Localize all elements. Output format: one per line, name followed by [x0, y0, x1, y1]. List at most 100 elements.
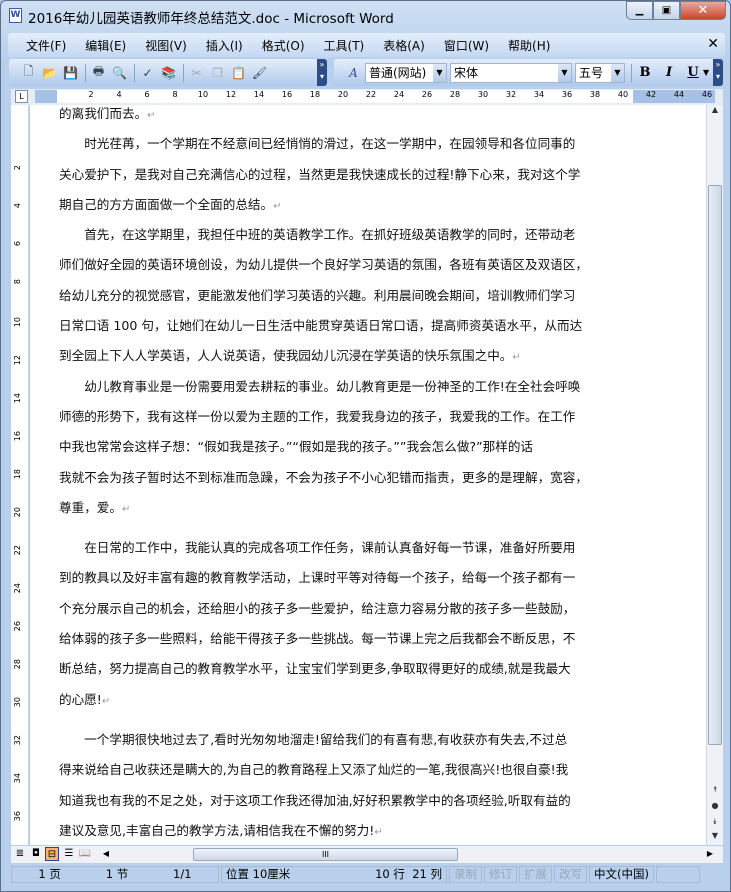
web-view-icon[interactable]: ◘: [29, 847, 43, 861]
position-info[interactable]: 位置 10厘米 10 行 21 列: [221, 865, 447, 883]
underline-button[interactable]: U: [683, 65, 703, 80]
bold-button[interactable]: B: [635, 65, 655, 80]
horizontal-scroll-thumb[interactable]: III: [193, 848, 458, 861]
vruler-tick-label: 30: [13, 697, 22, 708]
menu-bar: 文件(F) 编辑(E) 视图(V) 插入(I) 格式(O) 工具(T) 表格(A…: [8, 33, 725, 57]
text-line: 日常口语 100 句，让她们在幼儿一日生活中能贯穿英语日常口语，提高师资英语水平…: [59, 311, 639, 341]
open-folder-icon[interactable]: 📂: [40, 63, 59, 82]
line-text: 的离我们而去。: [59, 106, 148, 121]
paragraph[interactable]: 幼儿教育事业是一份需要用爱去耕耘的事业。幼儿教育更是一份神圣的工作!在全社会呼唤…: [59, 372, 639, 523]
extend-selection-indicator[interactable]: 扩展: [519, 865, 552, 883]
font-size-select[interactable]: 五号 ▼: [575, 62, 625, 83]
chevron-down-icon[interactable]: ▼: [433, 63, 446, 82]
style-select[interactable]: 普通(网站) ▼: [365, 62, 447, 83]
document-page[interactable]: 的离我们而去。↵ 时光荏苒，一个学期在不经意间已经悄悄的滑过，在这一学期中，在园…: [30, 105, 706, 845]
next-page-icon[interactable]: ⯯: [707, 817, 723, 831]
line-text: 知道我也有我的不足之处，对于这项工作我还得加油,好好积累教学中的各项经验,听取有…: [59, 792, 571, 808]
ruler-tick-label: 16: [281, 90, 293, 99]
paragraph[interactable]: 时光荏苒，一个学期在不经意间已经悄悄的滑过，在这一学期中，在园领导和各位同事的关…: [59, 129, 639, 220]
print-layout-view-icon[interactable]: ⊟: [45, 847, 59, 861]
reading-view-icon[interactable]: 📖: [78, 847, 92, 861]
spelling-check-icon[interactable]: ✓: [138, 63, 157, 82]
status-column: 21 列: [412, 867, 442, 881]
tab-selector[interactable]: L: [15, 90, 28, 103]
menu-help[interactable]: 帮助(H): [508, 37, 550, 54]
vruler-tick-label: 34: [13, 773, 22, 784]
toolbar-options-chevron[interactable]: » ▾: [317, 59, 327, 86]
maximize-button[interactable]: ▣: [653, 1, 680, 20]
line-text: 的心愿!: [59, 691, 102, 707]
page-info[interactable]: 1 页 1 节 1/1: [11, 865, 219, 883]
vertical-ruler[interactable]: 2468101214161820222426283032343638: [11, 105, 29, 859]
styles-icon[interactable]: A: [344, 63, 363, 82]
close-document-icon[interactable]: ✕: [707, 36, 719, 52]
vertical-scroll-thumb[interactable]: [708, 185, 722, 745]
text-line: 的心愿!↵: [59, 685, 639, 715]
text-line: 建议及意见,丰富自己的教学方法,请相信我在不懈的努力!↵: [59, 816, 639, 845]
italic-button[interactable]: I: [659, 65, 679, 80]
copy-icon[interactable]: ❐: [208, 63, 227, 82]
menu-view[interactable]: 视图(V): [145, 37, 187, 54]
vruler-tick-label: 24: [13, 583, 22, 594]
outline-view-icon[interactable]: ☰: [62, 847, 76, 861]
menu-format[interactable]: 格式(O): [262, 37, 305, 54]
menu-edit[interactable]: 编辑(E): [85, 37, 126, 54]
scroll-right-icon[interactable]: ▶: [703, 847, 717, 861]
vertical-scrollbar[interactable]: ▲ ⯭ ● ⯯ ▼: [706, 105, 723, 845]
menu-table[interactable]: 表格(A): [383, 37, 425, 54]
text-line: 的离我们而去。↵: [59, 105, 639, 129]
word-app-icon[interactable]: W: [9, 8, 22, 23]
text-line: 幼儿教育事业是一份需要用爱去耕耘的事业。幼儿教育更是一份神圣的工作!在全社会呼唤: [59, 372, 639, 402]
scroll-left-icon[interactable]: ◀: [99, 847, 113, 861]
chevron-down-icon[interactable]: ▼: [611, 63, 624, 82]
text-line: 给幼儿充分的视觉感官，更能激发他们学习英语的兴趣。利用晨间晚会期间，培训教师们学…: [59, 281, 639, 311]
scroll-down-icon[interactable]: ▼: [707, 831, 723, 845]
text-line: 师德的形势下，我有这样一份以爱为主题的工作，我爱我身边的孩子，我爱我的工作。在工…: [59, 402, 639, 432]
text-line: 师们做好全园的英语环境创设，为幼儿提供一个良好学习英语的氛围，各班有英语区及双语…: [59, 250, 639, 280]
overtype-indicator[interactable]: 改写: [554, 865, 587, 883]
record-macro-indicator[interactable]: 录制: [449, 865, 482, 883]
paragraph-mark-icon: ↵: [273, 200, 282, 212]
print-preview-icon[interactable]: 🔍: [110, 63, 129, 82]
menu-file[interactable]: 文件(F): [26, 37, 66, 54]
underline-dropdown-icon[interactable]: ▼: [703, 68, 709, 77]
status-page: 1 页: [38, 867, 61, 881]
title-bar: W 2016年幼儿园英语教师年终总结范文.doc - Microsoft Wor…: [1, 1, 731, 31]
text-line: 个充分展示自己的机会，还给胆小的孩子多一些爱护，给注意力容易分散的孩子多一些鼓励…: [59, 594, 639, 624]
line-text: 个充分展示自己的机会，还给胆小的孩子多一些爱护，给注意力容易分散的孩子多一些鼓励…: [59, 600, 576, 616]
minimize-button[interactable]: ▁: [626, 1, 653, 20]
paragraph[interactable]: 的离我们而去。↵: [59, 105, 639, 129]
new-document-icon[interactable]: 🗋: [19, 63, 38, 82]
font-select[interactable]: 宋体 ▼: [450, 62, 572, 83]
menu-window[interactable]: 窗口(W): [444, 37, 489, 54]
paragraph[interactable]: 一个学期很快地过去了,看时光匆匆地溜走!留给我们的有喜有悲,有收获亦有失去,不过…: [59, 725, 639, 845]
format-painter-icon[interactable]: 🖌: [250, 63, 269, 82]
browse-object-icon[interactable]: ●: [707, 801, 723, 815]
paragraph[interactable]: 首先，在这学期里，我担任中班的英语教学工作。在抓好班级英语教学的同时，还带动老师…: [59, 220, 639, 371]
scroll-up-icon[interactable]: ▲: [707, 105, 723, 119]
normal-view-icon[interactable]: ≣: [13, 847, 27, 861]
previous-page-icon[interactable]: ⯭: [707, 785, 723, 799]
close-button[interactable]: ✕: [680, 1, 726, 20]
paragraph[interactable]: 在日常的工作中，我能认真的完成各项工作任务，课前认真备好每一节课，准备好所要用到…: [59, 533, 639, 715]
print-icon[interactable]: 🖶: [89, 63, 108, 82]
toolbar-options-chevron[interactable]: » ▾: [713, 59, 723, 86]
ruler-tick-label: 26: [421, 90, 433, 99]
formatting-toolbar: A 普通(网站) ▼ 宋体 ▼ 五号 ▼ B I U ▼ » ▾: [334, 59, 723, 86]
save-icon[interactable]: 💾: [61, 63, 80, 82]
cut-icon[interactable]: ✂: [187, 63, 206, 82]
menu-tools[interactable]: 工具(T): [324, 37, 365, 54]
track-changes-indicator[interactable]: 修订: [484, 865, 517, 883]
language-indicator[interactable]: 中文(中国): [589, 865, 654, 883]
menu-insert[interactable]: 插入(I): [206, 37, 243, 54]
vruler-tick-label: 16: [13, 431, 22, 442]
line-text: 期自己的方方面面做一个全面的总结。: [59, 196, 274, 212]
paste-icon[interactable]: 📋: [229, 63, 248, 82]
vruler-tick-label: 22: [13, 545, 22, 556]
horizontal-ruler[interactable]: 2 4 6 8 10 12 14 16 18 20 22 24 26 28 30 32 34 36 38 40 42 44…: [35, 90, 715, 103]
ruler-tick-label: 18: [309, 90, 321, 99]
research-icon[interactable]: 📚: [159, 63, 178, 82]
chevron-down-icon[interactable]: ▼: [558, 63, 571, 82]
left-margin: [35, 90, 57, 103]
document-body[interactable]: 的离我们而去。↵ 时光荏苒，一个学期在不经意间已经悄悄的滑过，在这一学期中，在园…: [59, 105, 639, 845]
